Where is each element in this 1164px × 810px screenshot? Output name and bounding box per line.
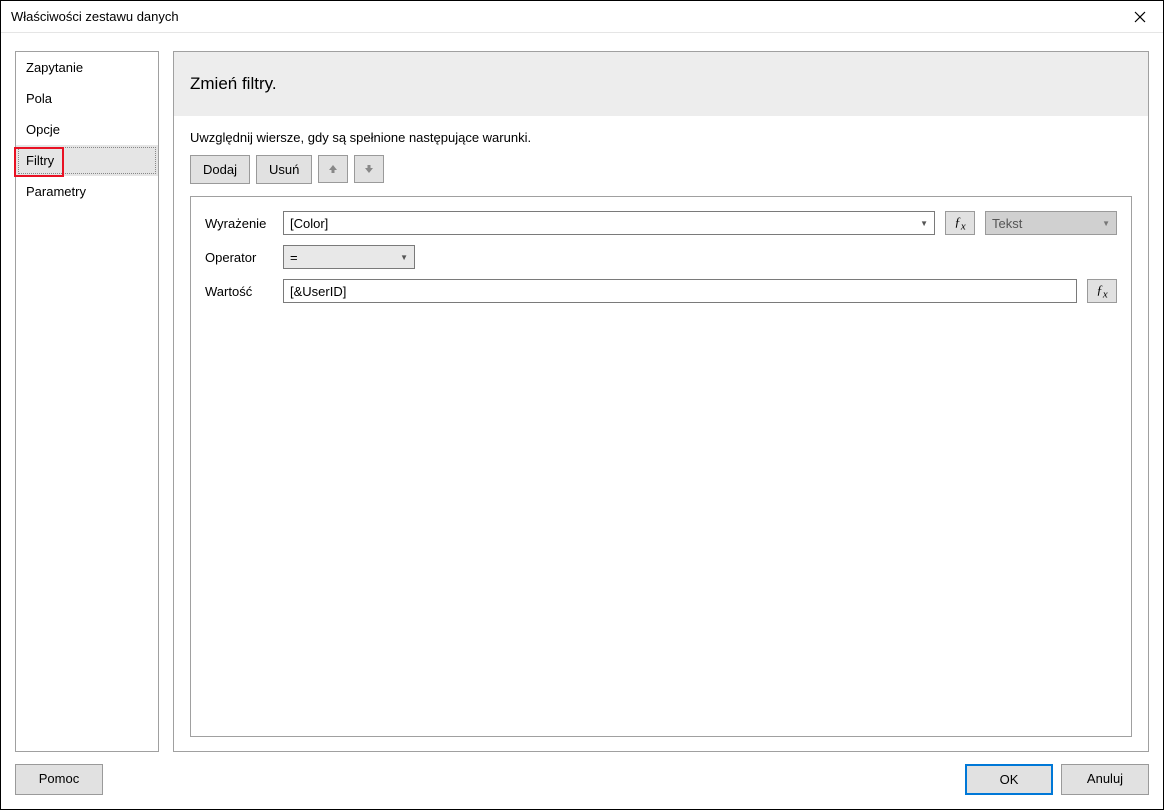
filter-editor-panel: Wyrażenie [Color] ▼ ƒx Tekst ▼	[190, 196, 1132, 737]
chevron-down-icon: ▼	[920, 219, 928, 228]
dialog-footer: Pomoc OK Anuluj	[1, 752, 1163, 809]
expression-label: Wyrażenie	[205, 216, 273, 231]
footer-spacer	[111, 764, 957, 795]
operator-label: Operator	[205, 250, 273, 265]
add-button[interactable]: Dodaj	[190, 155, 250, 184]
type-combo[interactable]: Tekst ▼	[985, 211, 1117, 235]
close-icon	[1134, 11, 1146, 23]
operator-row: Operator = ▼	[205, 245, 1117, 269]
value-text: [&UserID]	[290, 284, 346, 299]
value-fx-button[interactable]: ƒx	[1087, 279, 1117, 303]
sidebar-item-filters[interactable]: Filtry	[16, 145, 158, 176]
instruction-text: Uwzględnij wiersze, gdy są spełnione nas…	[190, 130, 1132, 145]
page-heading: Zmień filtry.	[174, 52, 1148, 116]
close-button[interactable]	[1117, 1, 1163, 33]
window-title: Właściwości zestawu danych	[11, 9, 1117, 24]
move-up-button[interactable]	[318, 155, 348, 183]
expression-fx-button[interactable]: ƒx	[945, 211, 975, 235]
value-label: Wartość	[205, 284, 273, 299]
fx-label: ƒx	[1096, 282, 1107, 301]
fx-label: ƒx	[954, 214, 965, 233]
sidebar-item-parameters[interactable]: Parametry	[16, 176, 158, 207]
move-down-button[interactable]	[354, 155, 384, 183]
cancel-button[interactable]: Anuluj	[1061, 764, 1149, 795]
arrow-down-icon	[364, 164, 374, 174]
sidebar-item-options[interactable]: Opcje	[16, 114, 158, 145]
arrow-up-icon	[328, 164, 338, 174]
main-content: Uwzględnij wiersze, gdy są spełnione nas…	[174, 116, 1148, 751]
main-panel: Zmień filtry. Uwzględnij wiersze, gdy są…	[173, 51, 1149, 752]
chevron-down-icon: ▼	[1102, 219, 1110, 228]
delete-button[interactable]: Usuń	[256, 155, 312, 184]
ok-button[interactable]: OK	[965, 764, 1053, 795]
titlebar: Właściwości zestawu danych	[1, 1, 1163, 33]
expression-combo[interactable]: [Color] ▼	[283, 211, 935, 235]
dataset-properties-dialog: Właściwości zestawu danych Zapytanie Pol…	[0, 0, 1164, 810]
operator-value: =	[290, 250, 298, 265]
sidebar-item-query[interactable]: Zapytanie	[16, 52, 158, 83]
dialog-body: Zapytanie Pola Opcje Filtry Parametry Zm…	[1, 33, 1163, 752]
type-value: Tekst	[992, 216, 1022, 231]
value-row: Wartość [&UserID] ƒx	[205, 279, 1117, 303]
expression-row: Wyrażenie [Color] ▼ ƒx Tekst ▼	[205, 211, 1117, 235]
expression-value: [Color]	[290, 216, 328, 231]
operator-combo[interactable]: = ▼	[283, 245, 415, 269]
sidebar: Zapytanie Pola Opcje Filtry Parametry	[15, 51, 159, 752]
chevron-down-icon: ▼	[400, 253, 408, 262]
filter-toolbar: Dodaj Usuń	[190, 155, 1132, 184]
sidebar-item-fields[interactable]: Pola	[16, 83, 158, 114]
help-button[interactable]: Pomoc	[15, 764, 103, 795]
value-input[interactable]: [&UserID]	[283, 279, 1077, 303]
